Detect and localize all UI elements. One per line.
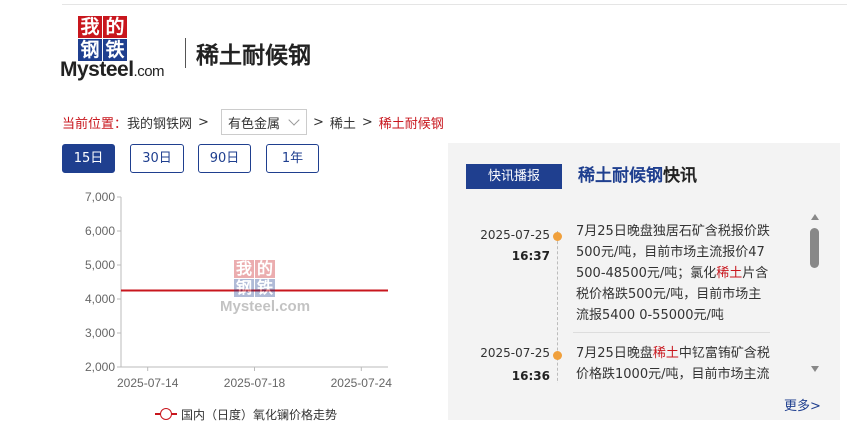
range-button-15d[interactable]: 15日 [62,144,115,173]
watermark-text: Mysteel.com [220,298,311,315]
mysteel-logo[interactable]: 我 的 钢 铁 Mysteel.com [60,14,178,84]
title-divider [185,38,186,68]
scroll-down-arrow-icon[interactable] [811,366,819,372]
watermark-char: 我 [234,259,254,278]
page-title: 稀土耐候钢 [196,43,311,69]
range-button-30d[interactable]: 30日 [130,144,184,173]
y-tick-label: 7,000 [85,190,115,204]
y-tick-label: 2,000 [85,360,115,374]
news-text[interactable]: 7月25日晚盘稀土中钇富铕矿含税价格跌1000元/吨，目前市场主流报价 [576,343,770,383]
category-select-value: 有色金属 [227,116,280,132]
logo-wordmark: Mysteel.com [60,58,165,82]
range-button-90d[interactable]: 90日 [198,144,251,173]
breadcrumb-separator: > [361,114,373,130]
logo-char: 的 [103,16,127,38]
news-title-keyword: 稀土耐候钢 [578,166,663,186]
news-title-suffix: 快讯 [663,166,697,186]
news-tag[interactable]: 快讯播报 [466,164,562,189]
news-text[interactable]: 7月25日晚盘独居石矿含税报价跌500元/吨，目前市场主流报价47500-485… [576,221,770,326]
top-divider [62,4,847,5]
watermark-char: 的 [255,259,275,278]
news-list[interactable]: 2025-07-25 16:37 7月25日晚盘独居石矿含税报价跌500元/吨，… [448,211,818,383]
logo-char: 我 [78,16,102,38]
news-time: 16:37 [511,249,550,263]
more-link[interactable]: 更多> [784,395,821,414]
news-text-part: 7月25日晚盘 [576,346,653,361]
news-separator [573,332,770,333]
chevron-down-icon [288,114,300,126]
chart-legend[interactable]: 国内（日度）氧化镧价格走势 [155,405,337,423]
logo-text: Mysteel [60,58,134,81]
timeline-line [557,231,558,383]
news-time: 16:36 [511,369,550,383]
scroll-up-arrow-icon[interactable] [811,214,819,220]
breadcrumb: 当前位置： 我的钢铁网 > 有色金属 > 稀土 > 稀土耐候钢 [62,108,444,136]
breadcrumb-current: 稀土耐候钢 [378,116,444,132]
logo-mark: 我 的 钢 铁 [78,16,130,64]
y-tick-label: 5,000 [85,258,115,272]
breadcrumb-category-link[interactable]: 稀土 [330,113,356,132]
chart-watermark: 我 的 钢 铁 Mysteel.com [220,260,310,320]
x-tick-label: 2025-07-24 [331,376,393,390]
news-highlight: 稀土 [652,346,679,361]
timeline-dot-icon [553,351,562,360]
legend-label: 国内（日度）氧化镧价格走势 [181,407,338,422]
breadcrumb-lead: 当前位置： [62,116,128,132]
x-tick-label: 2025-07-18 [224,376,286,390]
y-tick-label: 3,000 [85,326,115,340]
news-highlight: 稀土 [716,266,743,281]
breadcrumb-home-link[interactable]: 我的钢铁网 [127,113,192,132]
range-button-1y[interactable]: 1年 [266,144,319,173]
timeline-dot-icon [553,232,562,241]
news-date: 2025-07-25 [480,346,550,360]
breadcrumb-separator: > [312,114,324,130]
legend-marker-icon [155,408,177,420]
news-title: 稀土耐候钢快讯 [578,164,697,189]
watermark-char: 钢 [234,278,254,297]
y-tick-label: 6,000 [85,224,115,238]
y-tick-label: 4,000 [85,292,115,306]
news-date: 2025-07-25 [480,228,550,242]
scrollbar-thumb[interactable] [810,228,819,268]
watermark-mark: 我 的 钢 铁 [234,260,278,300]
category-select[interactable]: 有色金属 [220,109,307,135]
x-tick-label: 2025-07-14 [117,376,179,390]
news-panel: 快讯播报 稀土耐候钢快讯 2025-07-25 16:37 7月25日晚盘独居石… [448,143,840,420]
price-chart: 7,000 6,000 5,000 4,000 3,000 2,000 2025-07-14… [62,186,402,426]
watermark-char: 铁 [255,278,275,297]
breadcrumb-separator: > [198,114,209,130]
logo-suffix: .com [133,63,165,80]
